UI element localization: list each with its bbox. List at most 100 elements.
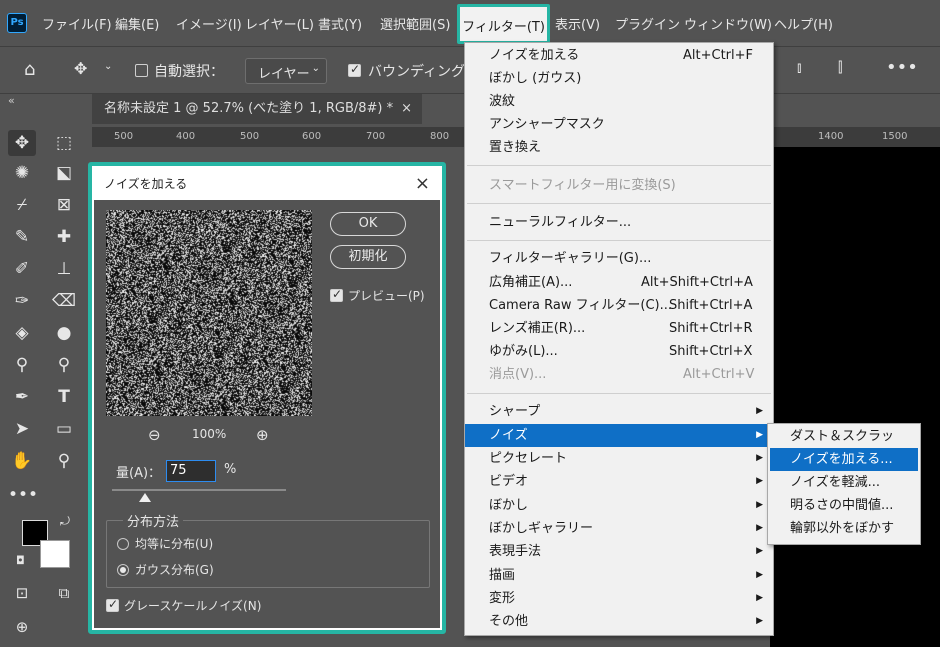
menu-item-displace[interactable]: 置き換え	[465, 136, 773, 159]
uniform-radio[interactable]	[117, 538, 129, 550]
submenu-item-add-noise[interactable]: ノイズを加える...	[770, 448, 918, 471]
menu-item-sharpen[interactable]: シャープ ▶	[465, 400, 773, 423]
lasso-tool-icon[interactable]: ✺	[8, 160, 36, 186]
layer-select[interactable]: レイヤー ⌄	[245, 58, 327, 84]
menu-item-distort[interactable]: 変形 ▶	[465, 587, 773, 610]
frame-tool-icon[interactable]: ⊠	[50, 192, 78, 218]
chevron-down-icon[interactable]: ⌄	[104, 61, 112, 72]
submenu-item-median[interactable]: 明るさの中間値...	[770, 494, 918, 517]
amount-slider-thumb[interactable]	[139, 493, 151, 502]
menu-item-gaussian-blur[interactable]: ぼかし (ガウス)	[465, 67, 773, 90]
menu-select[interactable]: 選択範囲(S)	[380, 14, 450, 33]
dodge-tool-icon[interactable]: ⚲	[8, 352, 36, 378]
zoom-in-icon[interactable]: ⊕	[256, 426, 269, 444]
auto-select-checkbox[interactable]	[135, 64, 148, 77]
screen-mode-icon[interactable]: ⧉	[50, 580, 78, 606]
noise-preview-image[interactable]	[106, 210, 312, 416]
close-icon[interactable]: ×	[401, 94, 412, 124]
menu-item-render[interactable]: 描画 ▶	[465, 564, 773, 587]
edit-toolbar-icon[interactable]: ⊕	[8, 614, 36, 640]
more-tools-icon[interactable]: •••	[8, 482, 38, 508]
menu-item-pixelate[interactable]: ピクセレート ▶	[465, 447, 773, 470]
menu-filter[interactable]: フィルター(T)	[457, 4, 550, 44]
menu-item-ripple[interactable]: 波紋	[465, 90, 773, 113]
chevron-right-icon: ▶	[756, 500, 763, 510]
distribute-icon[interactable]: ⫾	[797, 60, 801, 76]
menu-edit[interactable]: 編集(E)	[115, 14, 159, 33]
swap-colors-icon[interactable]: ⤾	[60, 514, 70, 529]
chevron-right-icon: ▶	[756, 616, 763, 626]
amount-input[interactable]: 75	[166, 460, 216, 482]
move-tool-icon[interactable]: ✥	[74, 59, 87, 78]
crop-tool-icon[interactable]: ⌿	[8, 192, 36, 218]
brush-tool-icon[interactable]: ✐	[8, 256, 36, 282]
amount-slider-track[interactable]	[112, 489, 286, 491]
menu-file[interactable]: ファイル(F)	[42, 14, 112, 33]
submenu-item-reduce-noise[interactable]: ノイズを軽減...	[770, 471, 918, 494]
ok-button[interactable]: OK	[330, 212, 406, 236]
eyedropper-icon[interactable]: ✎	[8, 224, 36, 250]
type-tool-icon[interactable]: T	[50, 384, 78, 410]
bounding-box-checkbox[interactable]	[348, 62, 361, 77]
add-noise-dialog: ノイズを加える × ⊖ 100% ⊕ OK 初期化 プレビュー(P) 量(A)：…	[94, 168, 440, 628]
zoom-out-icon[interactable]: ⊖	[148, 426, 161, 444]
reset-button[interactable]: 初期化	[330, 245, 406, 269]
tools-panel: « ✥ ⬚ ✺ ⬕ ⌿ ⊠ ✎ ✚ ✐ ⊥ ✑ ⌫ ◈ ● ⚲ ⚲ ✒ T ➤ …	[0, 94, 90, 647]
default-colors-icon[interactable]: ◘	[16, 554, 25, 567]
menu-item-blur[interactable]: ぼかし ▶	[465, 494, 773, 517]
menu-item-unsharp-mask[interactable]: アンシャープマスク	[465, 113, 773, 136]
menu-window[interactable]: ウィンドウ(W)	[684, 14, 772, 33]
submenu-item-dust-scratches[interactable]: ダスト＆スクラッチ...	[770, 425, 918, 467]
menu-item-liquify[interactable]: ゆがみ(L)... Shift+Ctrl+X	[465, 340, 773, 363]
ruler-tick: 600	[302, 131, 322, 142]
menu-item-camera-raw[interactable]: Camera Raw フィルター(C)... Shift+Ctrl+A	[465, 294, 773, 317]
menu-item-neural-filters[interactable]: ニューラルフィルター...	[465, 211, 773, 234]
menu-item-filter-gallery[interactable]: フィルターギャラリー(G)...	[465, 247, 773, 270]
hand-tool-icon[interactable]: ✋	[8, 448, 36, 474]
menu-plugins[interactable]: プラグイン	[615, 14, 680, 33]
stamp-tool-icon[interactable]: ⊥	[50, 256, 78, 282]
menu-type[interactable]: 書式(Y)	[318, 14, 362, 33]
menu-item-noise[interactable]: ノイズ ▶	[465, 424, 773, 447]
eraser-tool-icon[interactable]: ⌫	[50, 288, 78, 314]
menu-item-lens-correction[interactable]: レンズ補正(R)... Shift+Ctrl+R	[465, 317, 773, 340]
history-brush-icon[interactable]: ✑	[8, 288, 36, 314]
blur-tool-icon[interactable]: ●	[50, 320, 78, 346]
menu-item-adaptive-wide-angle[interactable]: 広角補正(A)... Alt+Shift+Ctrl+A	[465, 271, 773, 294]
menu-item-blur-gallery[interactable]: ぼかしギャラリー ▶	[465, 517, 773, 540]
healing-brush-icon[interactable]: ✚	[50, 224, 78, 250]
preview-checkbox[interactable]	[330, 287, 343, 302]
more-options-icon[interactable]: •••	[886, 57, 918, 78]
submenu-item-surface-blur[interactable]: 輪郭以外をぼかす	[770, 517, 918, 540]
document-tab[interactable]: 名称未設定 1 @ 52.7% (べた塗り 1, RGB/8#) * ×	[92, 94, 422, 124]
background-color-swatch[interactable]	[40, 540, 70, 568]
bounding-box-label: バウンディングボ	[368, 64, 480, 80]
align-icon[interactable]: ⫿	[838, 60, 842, 76]
menu-layer[interactable]: レイヤー(L)	[245, 14, 314, 33]
document-canvas[interactable]	[770, 147, 940, 647]
marquee-tool-icon[interactable]: ⬚	[50, 130, 78, 156]
menu-item-stylize[interactable]: 表現手法 ▶	[465, 540, 773, 563]
menu-help[interactable]: ヘルプ(H)	[774, 14, 833, 33]
gaussian-radio[interactable]	[117, 564, 129, 576]
sponge-tool-icon[interactable]: ⚲	[50, 352, 78, 378]
monochromatic-checkbox[interactable]	[106, 597, 119, 612]
menu-item-video[interactable]: ビデオ ▶	[465, 470, 773, 493]
close-icon[interactable]: ×	[415, 168, 430, 200]
quick-mask-icon[interactable]: ⊡	[8, 580, 36, 606]
menu-image[interactable]: イメージ(I)	[176, 14, 242, 33]
menu-item-vanishing-point: 消点(V)... Alt+Ctrl+V	[489, 367, 755, 382]
menu-item-other[interactable]: その他 ▶	[465, 610, 773, 633]
pen-tool-icon[interactable]: ✒	[8, 384, 36, 410]
menu-view[interactable]: 表示(V)	[555, 14, 600, 33]
ruler-tick: 400	[176, 131, 196, 142]
rectangle-tool-icon[interactable]: ▭	[50, 416, 78, 442]
select-subject-icon[interactable]: ⬕	[50, 160, 78, 186]
home-icon[interactable]: ⌂	[24, 59, 35, 80]
move-tool-icon[interactable]: ✥	[8, 130, 36, 156]
zoom-tool-icon[interactable]: ⚲	[50, 448, 78, 474]
path-select-icon[interactable]: ➤	[8, 416, 36, 442]
collapse-icon[interactable]: «	[8, 94, 15, 107]
menu-item-add-noise-last[interactable]: ノイズを加える Alt+Ctrl+F	[465, 44, 773, 67]
paint-bucket-icon[interactable]: ◈	[8, 320, 36, 346]
